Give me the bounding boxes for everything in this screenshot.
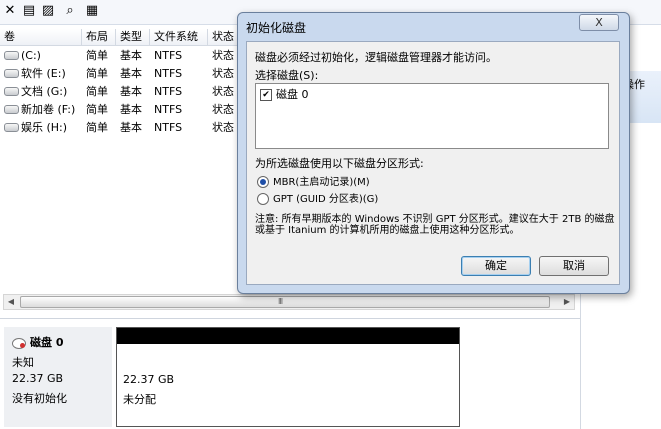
close-button[interactable]: X [579,14,619,31]
drive-icon [4,86,19,96]
disk-pane: 磁盘 0 未知 22.37 GB 没有初始化 22.37 GB 未分配 [0,318,580,429]
volume-layout: 简单 [86,67,108,80]
volume-type: 基本 [120,49,142,62]
compatibility-note: 注意: 所有早期版本的 Windows 不识别 GPT 分区形式。建议在大于 2… [255,214,615,236]
properties-icon[interactable]: ▤ [21,3,37,19]
disk-size: 22.37 GB [12,372,64,385]
disk-name: 磁盘 0 [30,336,64,349]
ok-button[interactable]: 确定 [461,256,531,276]
disk-checkbox[interactable]: ✔ [260,89,272,101]
volume-type: 基本 [120,103,142,116]
unallocated-partition[interactable]: 22.37 GB 未分配 [116,327,460,427]
drive-icon [4,122,19,132]
select-disk-label: 选择磁盘(S): [255,69,319,82]
drive-icon [4,104,19,114]
drive-icon [4,50,19,60]
disk-info[interactable]: 磁盘 0 未知 22.37 GB 没有初始化 [4,327,112,427]
volume-filesystem: NTFS [154,49,183,62]
disk-kind: 未知 [12,356,34,369]
initialize-disk-dialog: 初始化磁盘 X 磁盘必须经过初始化，逻辑磁盘管理器才能访问。 选择磁盘(S): … [237,12,630,294]
mbr-label: MBR(主启动记录)(M) [273,177,370,188]
mbr-radio[interactable] [257,176,269,188]
volume-filesystem: NTFS [154,85,183,98]
volume-filesystem: NTFS [154,103,183,116]
scrollbar-thumb[interactable]: III [20,296,550,308]
column-header-volume[interactable]: 卷 [0,29,82,45]
open-folder-icon[interactable]: ▨ [40,3,56,19]
dialog-title: 初始化磁盘 [246,21,307,35]
volume-type: 基本 [120,67,142,80]
volume-name: 娱乐 (H:) [21,121,68,134]
volume-layout: 简单 [86,49,108,62]
volume-layout: 简单 [86,85,108,98]
dialog-body: 磁盘必须经过初始化，逻辑磁盘管理器才能访问。 选择磁盘(S): ✔ 磁盘 0 为所… [246,41,620,285]
volume-name: (C:) [21,49,41,62]
cancel-button[interactable]: 取消 [539,256,609,276]
search-icon[interactable]: ⌕ [62,3,78,19]
dialog-intro: 磁盘必须经过初始化，逻辑磁盘管理器才能访问。 [255,51,497,64]
gpt-radio[interactable] [257,193,269,205]
volume-name: 文档 (G:) [21,85,68,98]
column-header-filesystem[interactable]: 文件系统 [150,29,208,45]
scroll-left-icon[interactable]: ◀ [4,295,18,309]
disk-item-label: 磁盘 0 [276,88,309,101]
disk-state: 没有初始化 [12,392,67,405]
volume-name: 软件 (E:) [21,67,66,80]
disk-listbox[interactable]: ✔ 磁盘 0 [255,83,609,149]
column-header-type[interactable]: 类型 [116,29,150,45]
partition-style-label: 为所选磁盘使用以下磁盘分区形式: [255,157,424,170]
partition-state: 未分配 [123,393,156,406]
disk-uninitialized-icon [12,337,26,349]
list-item[interactable]: ✔ 磁盘 0 [260,86,309,102]
mbr-option[interactable]: MBR(主启动记录)(M) [257,173,370,188]
scroll-right-icon[interactable]: ▶ [560,295,574,309]
drive-icon [4,68,19,78]
column-header-layout[interactable]: 布局 [82,29,116,45]
horizontal-scrollbar[interactable]: ◀ III ▶ [3,294,575,310]
gpt-option[interactable]: GPT (GUID 分区表)(G) [257,190,378,205]
partition-size: 22.37 GB [123,373,175,386]
gpt-label: GPT (GUID 分区表)(G) [273,194,379,205]
volume-type: 基本 [120,85,142,98]
close-icon[interactable]: ✕ [2,3,18,19]
scrollbar-grip: III [278,297,283,306]
partition-bar [117,328,459,344]
volume-type: 基本 [120,121,142,134]
volume-layout: 简单 [86,121,108,134]
settings-icon[interactable]: ▦ [84,3,100,19]
volume-filesystem: NTFS [154,67,183,80]
volume-layout: 简单 [86,103,108,116]
volume-name: 新加卷 (F:) [21,103,76,116]
volume-filesystem: NTFS [154,121,183,134]
